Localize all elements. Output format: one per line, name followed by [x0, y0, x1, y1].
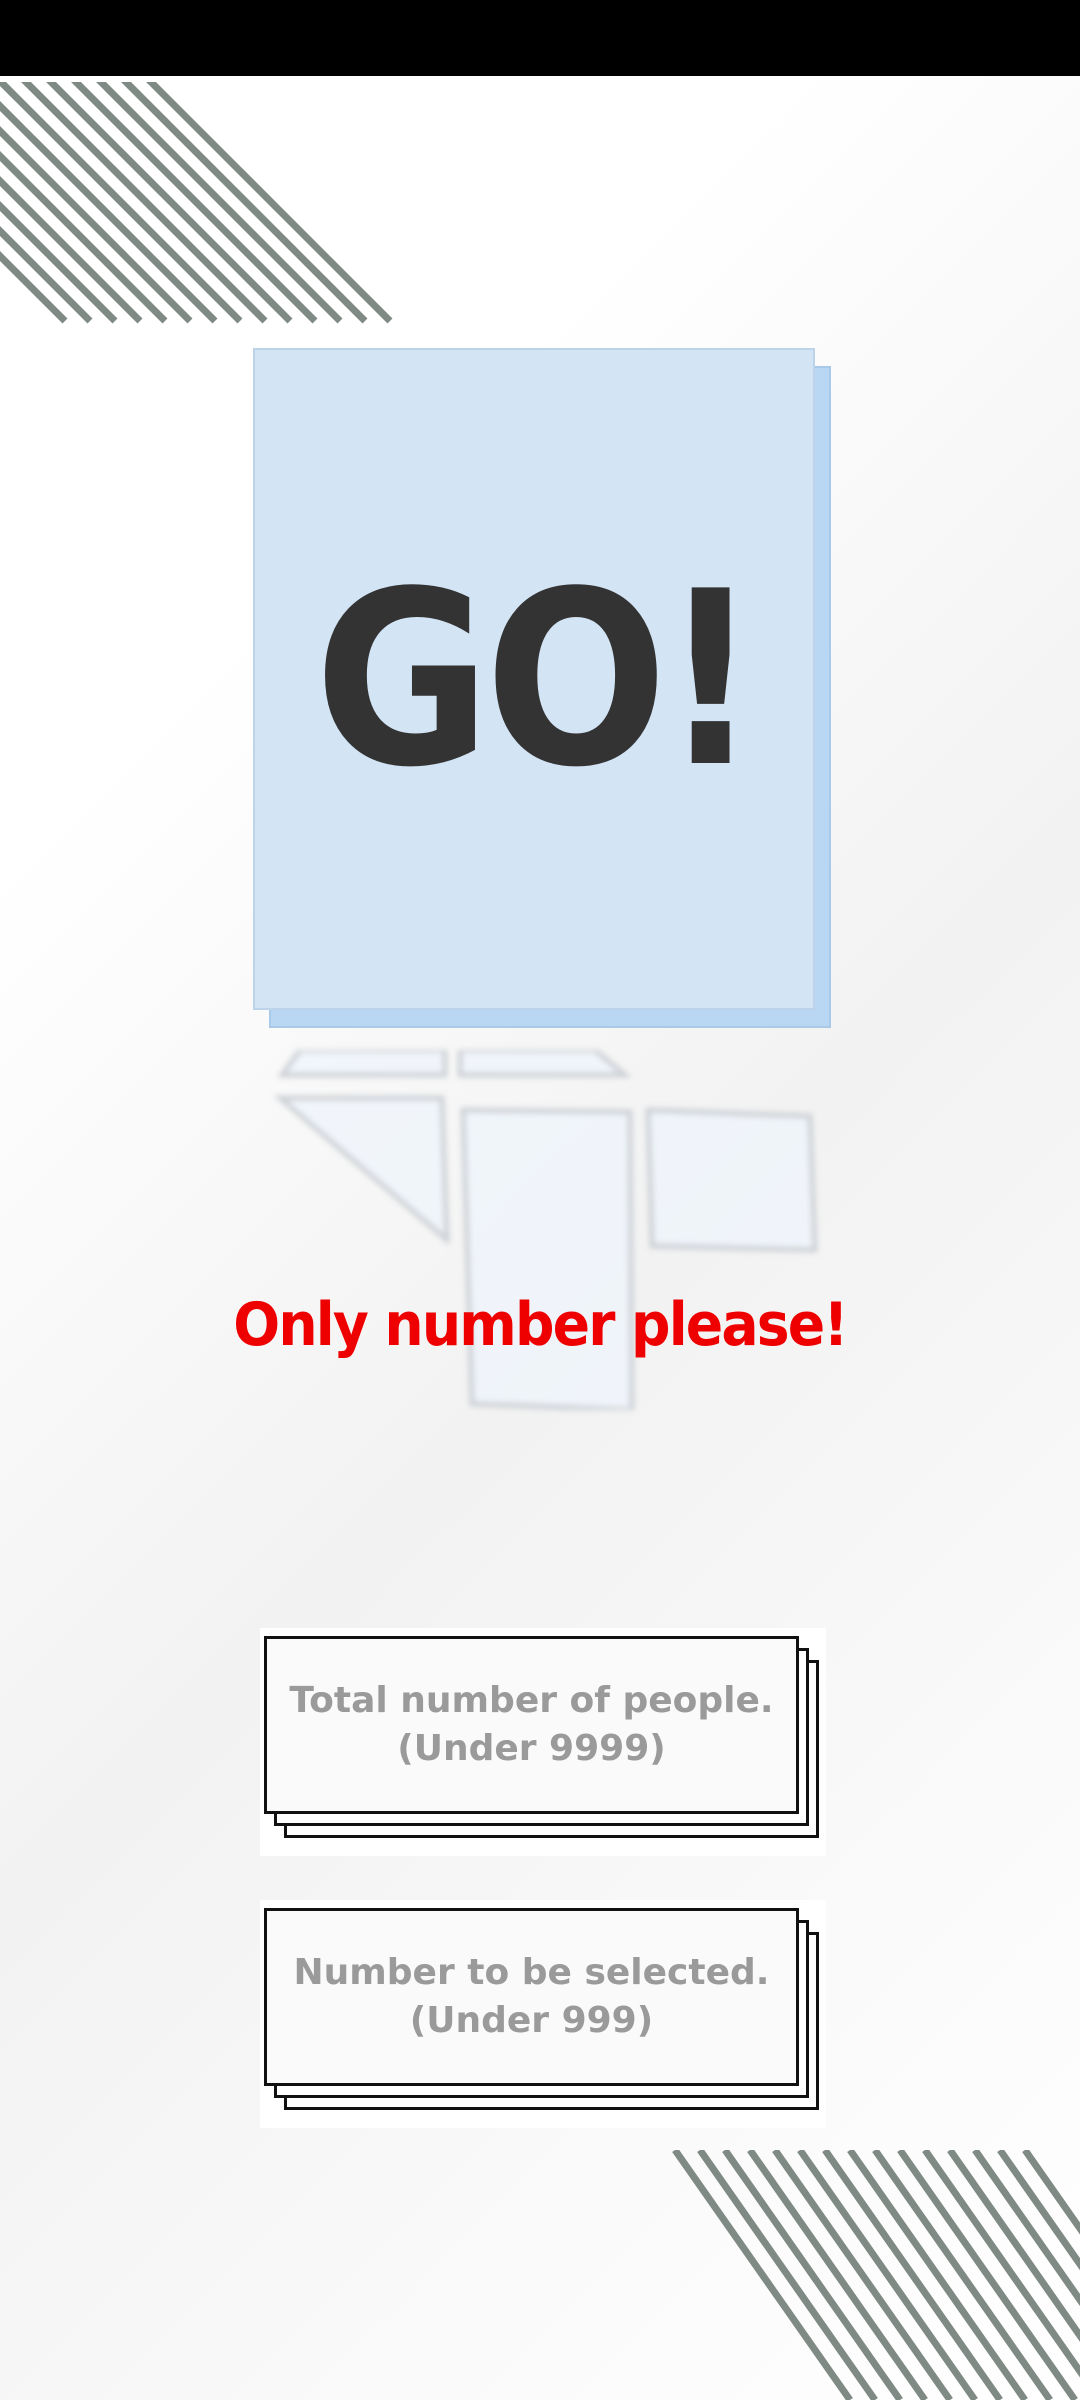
status-bar [0, 0, 1080, 76]
selected-count-field: Number to be selected. (Under 999) [260, 1900, 826, 2130]
decorative-stripes-bottom [672, 2150, 1080, 2400]
total-people-field: Total number of people. (Under 9999) [260, 1628, 826, 1858]
selected-count-input-box[interactable]: Number to be selected. (Under 999) [264, 1908, 799, 2086]
go-button-label: GO! [314, 538, 759, 820]
decorative-stripes-top [0, 76, 400, 324]
total-people-input-box[interactable]: Total number of people. (Under 9999) [264, 1636, 799, 1814]
validation-message: Only number please! [233, 1290, 848, 1360]
go-button-face[interactable]: GO! [253, 348, 815, 1010]
go-button[interactable]: GO! [253, 348, 831, 1028]
